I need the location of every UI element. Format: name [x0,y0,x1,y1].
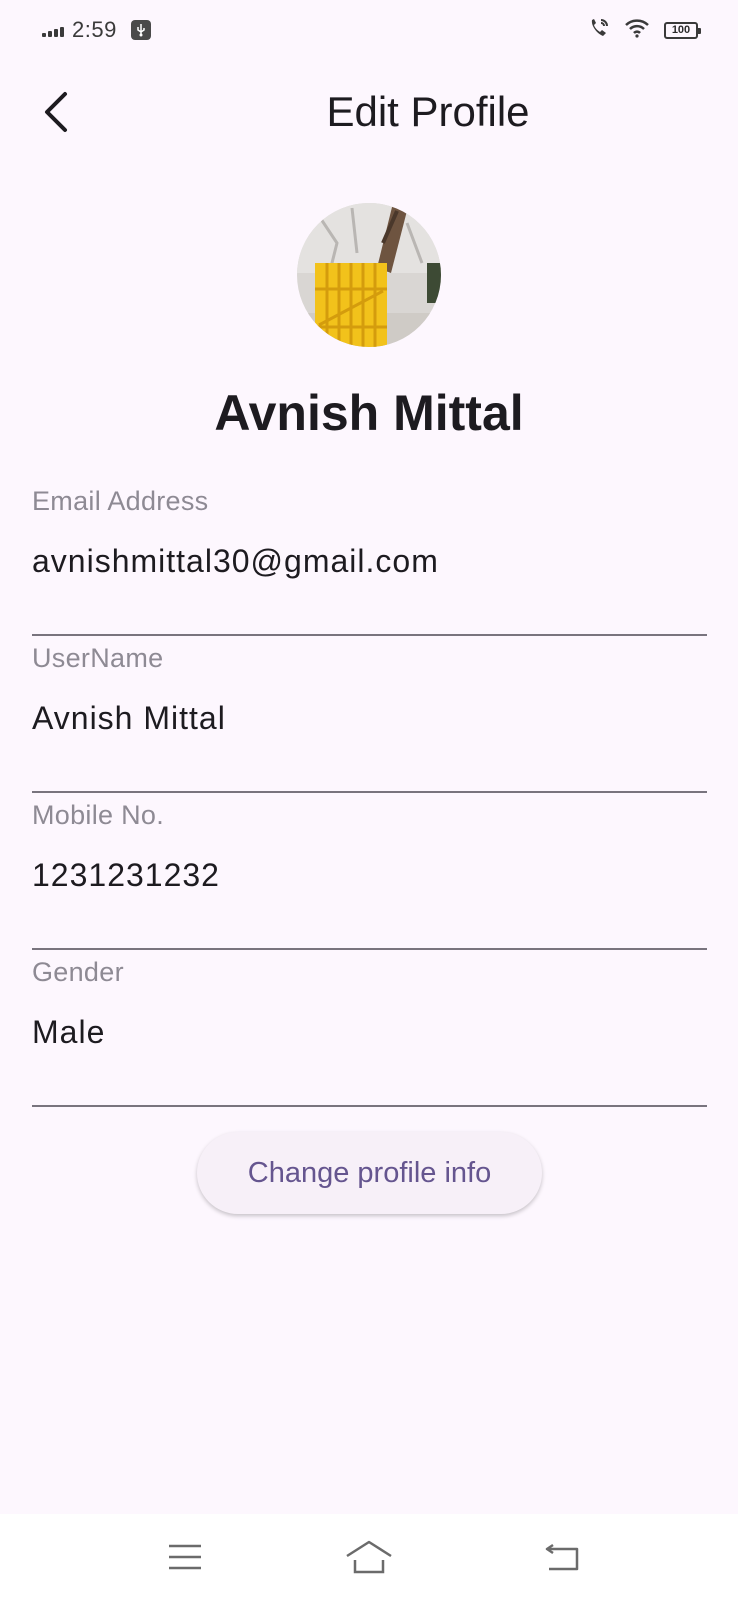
home-icon [346,1540,392,1574]
wifi-icon [624,18,650,43]
battery-level: 100 [671,24,691,36]
avatar[interactable] [297,203,441,347]
mobile-field[interactable]: Mobile No. 1231231232 [32,800,707,950]
battery-icon: 100 [664,21,701,39]
menu-icon [169,1544,201,1570]
change-profile-info-button[interactable]: Change profile info [197,1132,542,1214]
mobile-value[interactable]: 1231231232 [32,857,220,894]
nav-menu-button[interactable] [155,1532,215,1582]
gender-value[interactable]: Male [32,1014,105,1051]
status-right: 100 [588,16,701,44]
status-left: 2:59 [42,16,151,44]
mobile-label: Mobile No. [32,800,165,830]
nav-back-button[interactable] [533,1532,593,1582]
email-value[interactable]: avnishmittal30@gmail.com [32,543,439,580]
wifi-calling-icon [588,17,610,44]
gender-field[interactable]: Gender Male [32,957,707,1107]
usb-debug-icon [130,20,151,40]
app-bar: Edit Profile [0,70,738,154]
nav-home-button[interactable] [339,1532,399,1582]
system-nav-bar [0,1514,738,1600]
username-label: UserName [32,643,164,673]
gender-label: Gender [32,957,124,987]
username-value[interactable]: Avnish Mittal [32,700,226,737]
email-field[interactable]: Email Address avnishmittal30@gmail.com [32,486,707,636]
profile-name: Avnish Mittal [214,385,524,441]
back-icon [545,1543,579,1571]
signal-icon [42,23,64,37]
status-bar: 2:59 100 [0,0,738,60]
page-title: Edit Profile [326,88,530,135]
status-time: 2:59 [72,17,117,42]
email-label: Email Address [32,486,209,516]
username-field[interactable]: UserName Avnish Mittal [32,643,707,793]
